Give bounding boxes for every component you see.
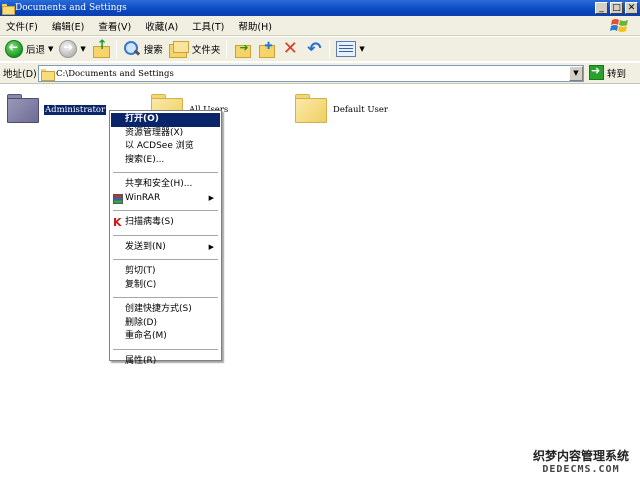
go-arrow-icon bbox=[589, 64, 604, 80]
folder-label: Default User bbox=[333, 105, 388, 115]
chevron-down-icon[interactable]: ▼ bbox=[359, 45, 364, 53]
folders-icon bbox=[168, 41, 189, 58]
move-to-button[interactable] bbox=[230, 38, 254, 60]
chevron-down-icon[interactable]: ▼ bbox=[569, 66, 583, 81]
menu-item-winrar[interactable]: WinRAR ▶ bbox=[111, 192, 220, 206]
go-button[interactable]: 转到 bbox=[589, 64, 627, 80]
folder-label: Administrator bbox=[42, 104, 108, 116]
copy-to-button[interactable] bbox=[254, 38, 278, 60]
back-label: 后退 bbox=[26, 45, 46, 56]
folders-button[interactable]: 文件夹 bbox=[166, 38, 224, 60]
toolbar-separator bbox=[115, 40, 117, 58]
menu-favorites[interactable]: 收藏(A) bbox=[139, 19, 186, 33]
forward-button[interactable]: ▼ bbox=[56, 38, 88, 60]
submenu-arrow-icon: ▶ bbox=[208, 193, 214, 202]
address-label: 地址(D) bbox=[3, 69, 37, 80]
toolbar-separator bbox=[329, 40, 331, 58]
maximize-button[interactable]: □ bbox=[610, 2, 623, 14]
chevron-down-icon[interactable]: ▼ bbox=[48, 45, 53, 53]
menu-item-rename[interactable]: 重命名(M) bbox=[111, 330, 220, 344]
watermark: 织梦内容管理系统 DEDECMS.COM bbox=[531, 447, 631, 475]
folder-icon bbox=[6, 93, 40, 123]
menu-separator bbox=[113, 297, 218, 298]
menu-separator bbox=[113, 348, 218, 350]
delete-button[interactable]: ✕ bbox=[278, 38, 302, 60]
menu-separator bbox=[113, 259, 218, 260]
title-bar: Documents and Settings _ □ ✕ bbox=[0, 0, 640, 16]
menu-item-explore[interactable]: 资源管理器(X) bbox=[111, 127, 220, 141]
menu-item-label: 共享和安全(H)... bbox=[125, 179, 193, 189]
menu-item-acdsee-browse[interactable]: 以 ACDSee 浏览 bbox=[111, 140, 220, 154]
menu-item-properties[interactable]: 属性(R) bbox=[111, 355, 220, 369]
file-view: Administrator All Users Default User bbox=[0, 85, 640, 482]
menu-item-cut[interactable]: 剪切(T) bbox=[111, 265, 220, 279]
up-button[interactable] bbox=[89, 38, 113, 60]
folder-up-icon bbox=[92, 38, 110, 58]
menu-item-copy[interactable]: 复制(C) bbox=[111, 279, 220, 293]
copy-to-icon bbox=[257, 40, 276, 58]
undo-icon: ↶ bbox=[307, 39, 322, 59]
menu-item-send-to[interactable]: 发送到(N) ▶ bbox=[111, 241, 220, 255]
menu-view[interactable]: 查看(V) bbox=[92, 19, 139, 33]
menu-separator bbox=[113, 172, 218, 173]
menu-file[interactable]: 文件(F) bbox=[0, 19, 46, 33]
windows-logo-icon bbox=[610, 19, 628, 32]
address-value: C:\Documents and Settings bbox=[56, 68, 174, 79]
go-label: 转到 bbox=[607, 68, 627, 80]
search-icon bbox=[123, 40, 141, 58]
toolbar-separator bbox=[226, 40, 228, 58]
menu-item-sharing-security[interactable]: 共享和安全(H)... bbox=[111, 178, 220, 192]
close-button[interactable]: ✕ bbox=[625, 2, 638, 14]
submenu-arrow-icon: ▶ bbox=[208, 242, 214, 251]
winrar-icon bbox=[113, 193, 123, 204]
menu-item-label: WinRAR bbox=[125, 192, 161, 203]
menu-separator bbox=[113, 210, 218, 211]
menu-separator bbox=[113, 234, 218, 236]
delete-icon: ✕ bbox=[282, 38, 298, 59]
address-bar: 地址(D) C:\Documents and Settings ▼ 转到 bbox=[0, 62, 640, 84]
back-button[interactable]: 后退 ▼ bbox=[2, 38, 56, 60]
watermark-url: DEDECMS.COM bbox=[542, 464, 620, 475]
address-input[interactable]: C:\Documents and Settings ▼ bbox=[38, 65, 584, 82]
search-label: 搜索 bbox=[143, 45, 163, 56]
forward-arrow-icon bbox=[59, 40, 78, 58]
folder-item-default-user[interactable]: Default User bbox=[294, 93, 389, 123]
menu-item-delete[interactable]: 删除(D) bbox=[111, 317, 220, 331]
folders-label: 文件夹 bbox=[191, 45, 221, 56]
menu-edit[interactable]: 编辑(E) bbox=[46, 19, 92, 33]
menu-item-label: 发送到(N) bbox=[125, 241, 166, 252]
menu-item-label: 扫描病毒(S) bbox=[125, 217, 174, 227]
menu-item-search[interactable]: 搜索(E)... bbox=[111, 154, 220, 168]
watermark-text: 织梦内容管理系统 bbox=[532, 449, 629, 463]
folder-icon bbox=[294, 93, 328, 123]
menu-bar: 文件(F) 编辑(E) 查看(V) 收藏(A) 工具(T) 帮助(H) bbox=[0, 16, 640, 36]
search-button[interactable]: 搜索 bbox=[120, 38, 166, 60]
back-arrow-icon bbox=[5, 40, 23, 58]
folder-item-administrator[interactable]: Administrator bbox=[6, 93, 108, 123]
views-icon bbox=[336, 41, 357, 57]
kaspersky-icon: K bbox=[113, 216, 122, 229]
context-menu: 打开(O) 资源管理器(X) 以 ACDSee 浏览 搜索(E)... 共享和安… bbox=[109, 110, 222, 366]
views-button[interactable]: ▼ bbox=[333, 38, 367, 60]
window-title: Documents and Settings bbox=[15, 3, 127, 13]
toolbar: 后退 ▼ ▼ 搜索 文件夹 ✕ ↶ ▼ bbox=[0, 37, 640, 61]
folder-icon bbox=[41, 68, 55, 81]
undo-button[interactable]: ↶ bbox=[302, 38, 326, 60]
chevron-down-icon[interactable]: ▼ bbox=[80, 45, 85, 53]
menu-item-scan-virus[interactable]: K 扫描病毒(S) bbox=[111, 216, 220, 230]
folder-icon bbox=[2, 3, 15, 15]
menu-item-create-shortcut[interactable]: 创建快捷方式(S) bbox=[111, 303, 220, 317]
minimize-button[interactable]: _ bbox=[595, 2, 608, 14]
menu-help[interactable]: 帮助(H) bbox=[232, 19, 280, 33]
move-to-icon bbox=[233, 40, 252, 58]
menu-tools[interactable]: 工具(T) bbox=[186, 19, 232, 33]
menu-item-open[interactable]: 打开(O) bbox=[111, 113, 220, 127]
